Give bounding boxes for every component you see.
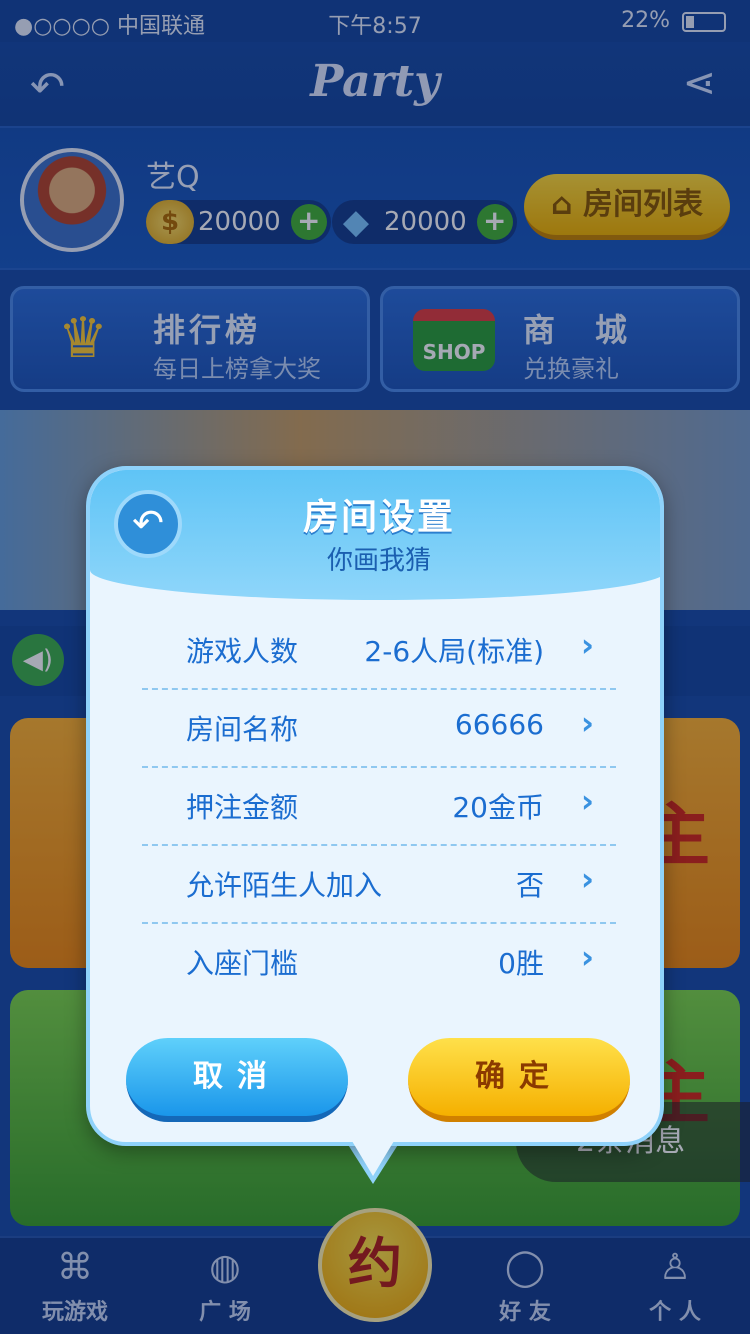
setting-value: 否 (515, 869, 544, 902)
setting-row-room-name[interactable]: 房间名称 66666 › (142, 690, 616, 768)
setting-label: 押注金额 (186, 791, 299, 824)
dialog-title: 房间设置 (302, 497, 455, 538)
setting-value: 0胜 (498, 947, 544, 980)
setting-row-bet[interactable]: 押注金额 20金币 › (142, 768, 616, 846)
setting-value: 20金币 (452, 791, 544, 824)
chevron-right-icon: › (580, 704, 594, 742)
cancel-button[interactable]: 取消 (126, 1038, 348, 1122)
room-settings-dialog: ↶ 房间设置 你画我猜 游戏人数 2-6人局(标准) › 房间名称 66666 … (86, 466, 664, 1146)
chevron-right-icon: › (580, 626, 594, 664)
setting-value: 2-6人局(标准) (364, 635, 544, 668)
dialog-tail-inner (349, 1136, 397, 1176)
setting-row-allow-strangers[interactable]: 允许陌生人加入 否 › (142, 846, 616, 924)
chevron-right-icon: › (580, 782, 594, 820)
chevron-right-icon: › (580, 860, 594, 898)
setting-row-players[interactable]: 游戏人数 2-6人局(标准) › (142, 612, 616, 690)
setting-label: 房间名称 (186, 713, 299, 746)
chevron-right-icon: › (580, 938, 594, 976)
setting-label: 允许陌生人加入 (186, 869, 383, 902)
confirm-button[interactable]: 确定 (408, 1038, 630, 1122)
setting-row-seat-threshold[interactable]: 入座门槛 0胜 › (142, 924, 616, 1002)
setting-label: 入座门槛 (186, 947, 299, 980)
dialog-subtitle: 你画我猜 (326, 546, 431, 576)
setting-label: 游戏人数 (186, 635, 299, 668)
setting-value: 66666 (454, 708, 544, 741)
